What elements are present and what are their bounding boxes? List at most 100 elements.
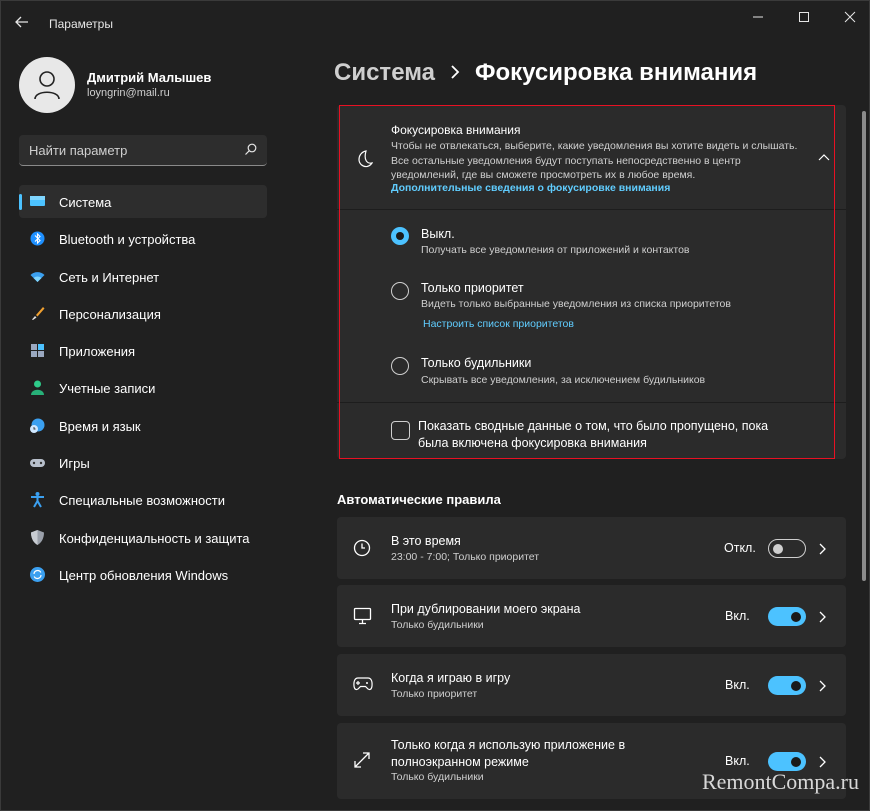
minimize-button[interactable]: [735, 1, 781, 33]
rule-toggle[interactable]: [768, 539, 806, 558]
sidebar-item-system[interactable]: Система: [19, 185, 267, 218]
gamepad-icon: [353, 677, 373, 691]
scrollbar[interactable]: [862, 111, 866, 581]
sidebar-item-gaming[interactable]: Игры: [19, 446, 267, 479]
focus-assist-header[interactable]: Фокусировка внимания Чтобы не отвлекатьс…: [337, 105, 846, 209]
option-label: Выкл.: [421, 227, 455, 241]
user-name: Дмитрий Малышев: [87, 70, 212, 85]
close-button[interactable]: [827, 1, 870, 33]
sidebar-item-accounts[interactable]: Учетные записи: [19, 371, 267, 404]
rule-state: Вкл.: [725, 754, 750, 768]
summary-checkbox[interactable]: [391, 421, 410, 440]
shield-icon: [31, 529, 44, 545]
gamepad-icon: [30, 459, 45, 468]
sidebar-item-accessibility[interactable]: Специальные возможности: [19, 483, 267, 516]
sidebar-item-label: Конфиденциальность и защита: [59, 530, 250, 546]
sidebar-item-label: Специальные возможности: [59, 493, 225, 509]
radio-off[interactable]: [391, 227, 409, 245]
rule-toggle[interactable]: [768, 607, 806, 626]
sidebar-nav: Система Bluetooth и устройства Сеть и Ин…: [19, 185, 267, 595]
minimize-icon: [753, 16, 763, 18]
sidebar-item-label: Игры: [59, 456, 90, 472]
focus-assist-description: Чтобы не отвлекаться, выберите, какие ув…: [391, 140, 798, 181]
customize-priority-link[interactable]: Настроить список приоритетов: [423, 318, 574, 330]
rule-label: Когда я играю в игру: [391, 671, 511, 685]
sidebar-item-label: Учетные записи: [59, 381, 156, 397]
wifi-icon: [30, 271, 45, 282]
sidebar-item-windows-update[interactable]: Центр обновления Windows: [19, 558, 267, 591]
rule-during-these-times[interactable]: В это время 23:00 - 7:00; Только приорит…: [337, 517, 846, 579]
avatar[interactable]: [19, 57, 75, 113]
maximize-icon: [799, 12, 809, 22]
rule-subtitle: Только будильники: [391, 619, 484, 631]
option-description: Видеть только выбранные уведомления из с…: [421, 298, 731, 310]
rule-subtitle: 23:00 - 7:00; Только приоритет: [391, 551, 540, 563]
chevron-right-icon: [819, 756, 826, 768]
brush-icon: [32, 306, 45, 320]
sidebar-item-time-language[interactable]: Время и язык: [19, 409, 267, 442]
title-bar: Параметры: [1, 1, 870, 47]
chevron-right-icon: [451, 65, 460, 79]
option-label: Только будильники: [421, 356, 532, 370]
focus-assist-panel: Фокусировка внимания Чтобы не отвлекатьс…: [337, 105, 846, 459]
rule-state: Вкл.: [725, 678, 750, 692]
breadcrumb-parent[interactable]: Система: [334, 59, 435, 86]
update-icon: [30, 566, 45, 582]
monitor-icon: [353, 607, 372, 625]
chevron-up-icon[interactable]: [818, 153, 830, 161]
radio-priority-only[interactable]: [391, 282, 409, 300]
option-description: Получать все уведомления от приложений и…: [421, 244, 690, 256]
option-description: Скрывать все уведомления, за исключением…: [421, 374, 706, 386]
bluetooth-icon: [30, 231, 45, 246]
sidebar-item-personalization[interactable]: Персонализация: [19, 297, 267, 330]
sidebar-item-label: Система: [59, 195, 112, 210]
globe-clock-icon: [30, 418, 45, 433]
sidebar-item-label: Персонализация: [59, 306, 161, 322]
chevron-right-icon: [819, 680, 826, 692]
breadcrumb: Система Фокусировка внимания: [334, 59, 757, 87]
close-icon: [844, 11, 856, 23]
focus-assist-title: Фокусировка внимания: [391, 123, 521, 137]
automatic-rules-title: Автоматические правила: [337, 492, 501, 507]
sidebar-item-label: Приложения: [59, 344, 136, 360]
sidebar-item-label: Время и язык: [59, 418, 141, 434]
rule-label: В это время: [391, 534, 461, 548]
maximize-button[interactable]: [781, 1, 827, 33]
user-email: loyngrin@mail.ru: [87, 87, 170, 99]
radio-alarms-only[interactable]: [391, 357, 409, 375]
moon-icon: [358, 150, 373, 168]
apps-icon: [31, 344, 44, 358]
rule-toggle[interactable]: [768, 676, 806, 695]
search-input[interactable]: Найти параметр: [19, 135, 267, 166]
app-title: Параметры: [49, 17, 113, 31]
option-label: Только приоритет: [421, 281, 524, 295]
settings-window: Параметры Дмитрий Малышев loyngrin@mail.…: [0, 0, 870, 811]
rule-label: Только когда я использую приложение в по…: [391, 738, 626, 769]
rule-state: Откл.: [724, 541, 756, 555]
watermark: RemontCompa.ru: [701, 769, 859, 794]
summary-checkbox-label: Показать сводные данные о том, что было …: [418, 419, 769, 450]
sidebar-item-label: Сеть и Интернет: [59, 269, 160, 285]
rule-playing-game[interactable]: Когда я играю в игру Только приоритет Вк…: [337, 654, 846, 716]
arrow-left-icon: [15, 16, 28, 28]
accessibility-icon: [31, 492, 44, 508]
sidebar-item-label: Центр обновления Windows: [59, 567, 229, 583]
sidebar-item-privacy[interactable]: Конфиденциальность и защита: [19, 521, 267, 554]
sidebar-item-apps[interactable]: Приложения: [19, 334, 267, 367]
divider: [337, 402, 846, 403]
divider: [337, 209, 846, 210]
rule-state: Вкл.: [725, 609, 750, 623]
sidebar-item-bluetooth[interactable]: Bluetooth и устройства: [19, 222, 267, 255]
monitor-icon: [30, 196, 45, 206]
rule-subtitle: Только будильники: [391, 771, 484, 783]
search-icon: [245, 143, 257, 155]
sidebar-item-network[interactable]: Сеть и Интернет: [19, 260, 267, 293]
rule-duplicating-display[interactable]: При дублировании моего экрана Только буд…: [337, 585, 846, 647]
clock-icon: [353, 539, 371, 557]
page-title: Фокусировка внимания: [475, 59, 758, 86]
back-button[interactable]: [15, 15, 35, 33]
chevron-right-icon: [819, 543, 826, 555]
learn-more-link[interactable]: Дополнительные сведения о фокусировке вн…: [391, 182, 670, 194]
person-icon: [31, 380, 44, 396]
rule-subtitle: Только приоритет: [391, 688, 478, 700]
